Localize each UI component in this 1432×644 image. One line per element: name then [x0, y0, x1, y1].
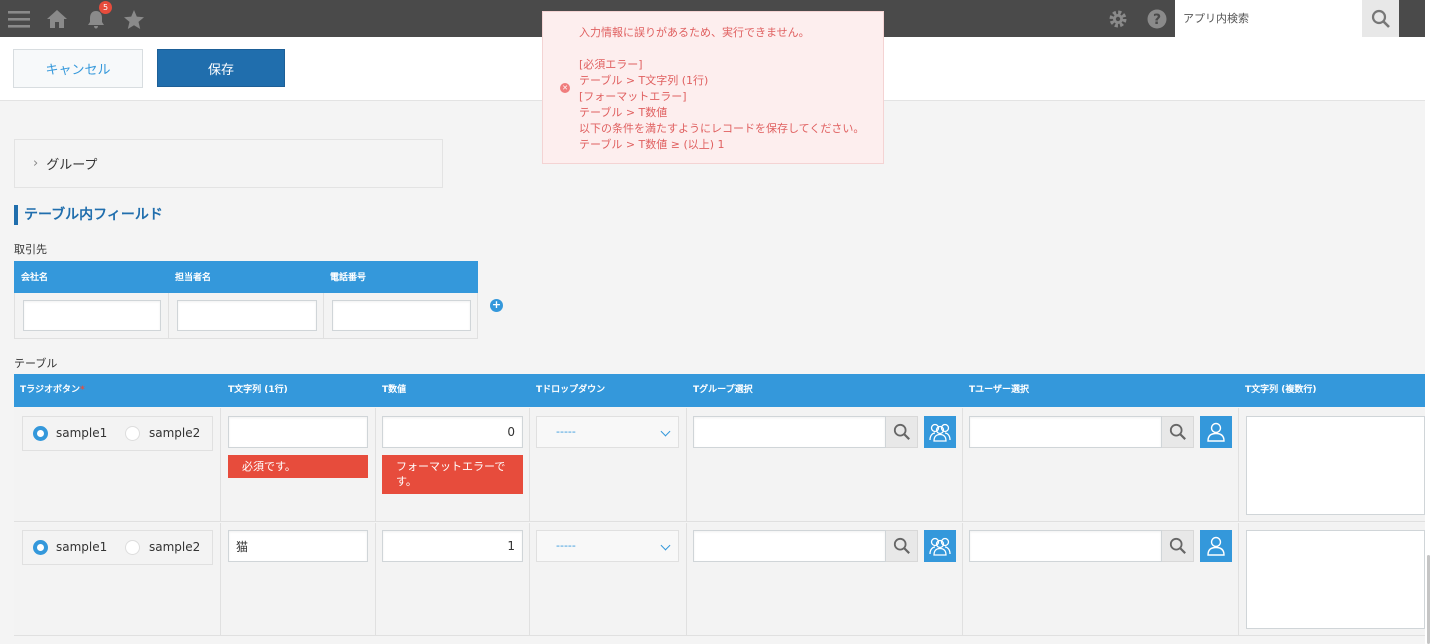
- table-row: sample1 sample2 -----: [14, 523, 1425, 636]
- notification-badge: 5: [99, 1, 112, 14]
- error-line: 以下の条件を満たすようにレコードを保存してください。: [579, 122, 865, 135]
- help-icon[interactable]: ?: [1145, 7, 1169, 31]
- text-single-line-input[interactable]: [228, 416, 368, 448]
- group-field-collapsed[interactable]: › グループ: [14, 139, 443, 188]
- multiline-textarea[interactable]: [1246, 416, 1425, 515]
- subtable-label-clients: 取引先: [14, 243, 47, 256]
- number-input[interactable]: [382, 416, 523, 448]
- radio-sample2[interactable]: [125, 426, 140, 441]
- error-line: [必須エラー]: [579, 58, 643, 71]
- user-picker-button[interactable]: [1200, 530, 1232, 562]
- table-row: sample1 sample2 必須です。 フォーマットエラーで す。 ----…: [14, 408, 1425, 522]
- group-picker-button[interactable]: [924, 416, 956, 448]
- column-header-phone: 電話番号: [330, 273, 367, 283]
- group-picker-button[interactable]: [924, 530, 956, 562]
- radio-sample1[interactable]: [33, 426, 48, 441]
- number-input[interactable]: [382, 530, 523, 562]
- search-icon: [1169, 537, 1186, 554]
- search-icon: [1169, 423, 1186, 440]
- person-name-input[interactable]: [177, 300, 317, 331]
- group-select-input[interactable]: [693, 530, 886, 562]
- error-line: [579, 41, 879, 57]
- dropdown-select[interactable]: -----: [536, 530, 679, 562]
- scrollbar-thumb[interactable]: [1427, 555, 1430, 644]
- cancel-button[interactable]: キャンセル: [13, 49, 143, 88]
- radio-label: sample2: [149, 426, 201, 440]
- multiline-textarea[interactable]: [1246, 530, 1425, 629]
- chevron-down-icon: [660, 426, 671, 437]
- subtable-header: 会社名 担当者名 電話番号: [14, 261, 478, 293]
- user-select-input[interactable]: [969, 416, 1162, 448]
- error-close-icon[interactable]: ✕: [560, 83, 570, 93]
- column-header-user-select: Tユーザー選択: [969, 385, 1029, 395]
- column-header-text: T文字列 (1行): [228, 385, 288, 395]
- column-header-dropdown: Tドロップダウン: [536, 385, 606, 395]
- user-picker-button[interactable]: [1200, 416, 1232, 448]
- column-header-multiline: T文字列 (複数行): [1245, 385, 1317, 395]
- column-header-number: T数値: [382, 385, 407, 395]
- column-header-person: 担当者名: [175, 273, 212, 283]
- search-icon: [1371, 9, 1390, 28]
- scrollbar-track[interactable]: [1425, 0, 1432, 644]
- text-single-line-input[interactable]: [228, 530, 368, 562]
- group-search-button[interactable]: [886, 416, 918, 448]
- radio-button-group: sample1 sample2: [22, 530, 213, 565]
- search-icon: [893, 423, 910, 440]
- svg-text:?: ?: [1153, 12, 1161, 28]
- dropdown-select[interactable]: -----: [536, 416, 679, 448]
- user-icon: [1207, 536, 1225, 556]
- error-line: テーブル > T文字列 (1行): [579, 74, 709, 87]
- required-error-message: 必須です。: [228, 455, 368, 478]
- user-search-button[interactable]: [1162, 530, 1194, 562]
- user-search-button[interactable]: [1162, 416, 1194, 448]
- favorite-star-icon[interactable]: [122, 7, 146, 31]
- user-icon: [1207, 422, 1225, 442]
- error-line: テーブル > T数値 ≥ (以上) 1: [579, 138, 725, 151]
- column-header-company: 会社名: [21, 273, 49, 283]
- group-icon: [929, 423, 951, 442]
- chevron-right-icon: ›: [33, 156, 39, 171]
- error-line: テーブル > T数値: [579, 106, 668, 119]
- subtable-header: Tラジオボタン* T文字列 (1行) T数値 Tドロップダウン Tグループ選択 …: [14, 374, 1425, 407]
- table-row: [14, 293, 478, 339]
- format-error-message: フォーマットエラーで す。: [382, 455, 523, 494]
- subtable-label-table: テーブル: [14, 357, 58, 370]
- search-button[interactable]: [1362, 0, 1399, 37]
- save-button[interactable]: 保存: [157, 49, 285, 87]
- group-icon: [929, 537, 951, 556]
- radio-button-group: sample1 sample2: [22, 416, 213, 451]
- menu-icon[interactable]: [7, 7, 31, 31]
- column-header-radio: Tラジオボタン*: [20, 385, 85, 395]
- company-name-input[interactable]: [23, 300, 161, 331]
- column-header-group-select: Tグループ選択: [693, 385, 753, 395]
- radio-label: sample1: [56, 426, 108, 440]
- radio-sample2[interactable]: [125, 540, 140, 555]
- radio-label: sample2: [149, 540, 201, 554]
- required-mark: *: [79, 385, 85, 395]
- chevron-down-icon: [660, 540, 671, 551]
- notification-bell-icon[interactable]: 5: [84, 1, 112, 31]
- add-row-icon[interactable]: +: [490, 299, 503, 312]
- radio-label: sample1: [56, 540, 108, 554]
- group-label: グループ: [46, 158, 98, 173]
- home-icon[interactable]: [45, 7, 69, 31]
- error-notification: ✕ 入力情報に誤りがあるため、実行できません。 [必須エラー] テーブル > T…: [542, 11, 884, 164]
- error-line: [フォーマットエラー]: [579, 90, 687, 103]
- user-select-input[interactable]: [969, 530, 1162, 562]
- settings-gear-icon[interactable]: [1106, 7, 1130, 31]
- subtable-main: Tラジオボタン* T文字列 (1行) T数値 Tドロップダウン Tグループ選択 …: [14, 374, 1425, 636]
- error-line: 入力情報に誤りがあるため、実行できません。: [579, 26, 810, 39]
- app-search-input[interactable]: [1175, 0, 1362, 37]
- error-message-lines: 入力情報に誤りがあるため、実行できません。 [必須エラー] テーブル > T文字…: [579, 25, 879, 153]
- phone-number-input[interactable]: [332, 300, 471, 331]
- subtable-clients: 会社名 担当者名 電話番号: [14, 261, 478, 339]
- group-select-input[interactable]: [693, 416, 886, 448]
- section-title: テーブル内フィールド: [14, 205, 163, 225]
- group-search-button[interactable]: [886, 530, 918, 562]
- radio-sample1[interactable]: [33, 540, 48, 555]
- search-icon: [893, 537, 910, 554]
